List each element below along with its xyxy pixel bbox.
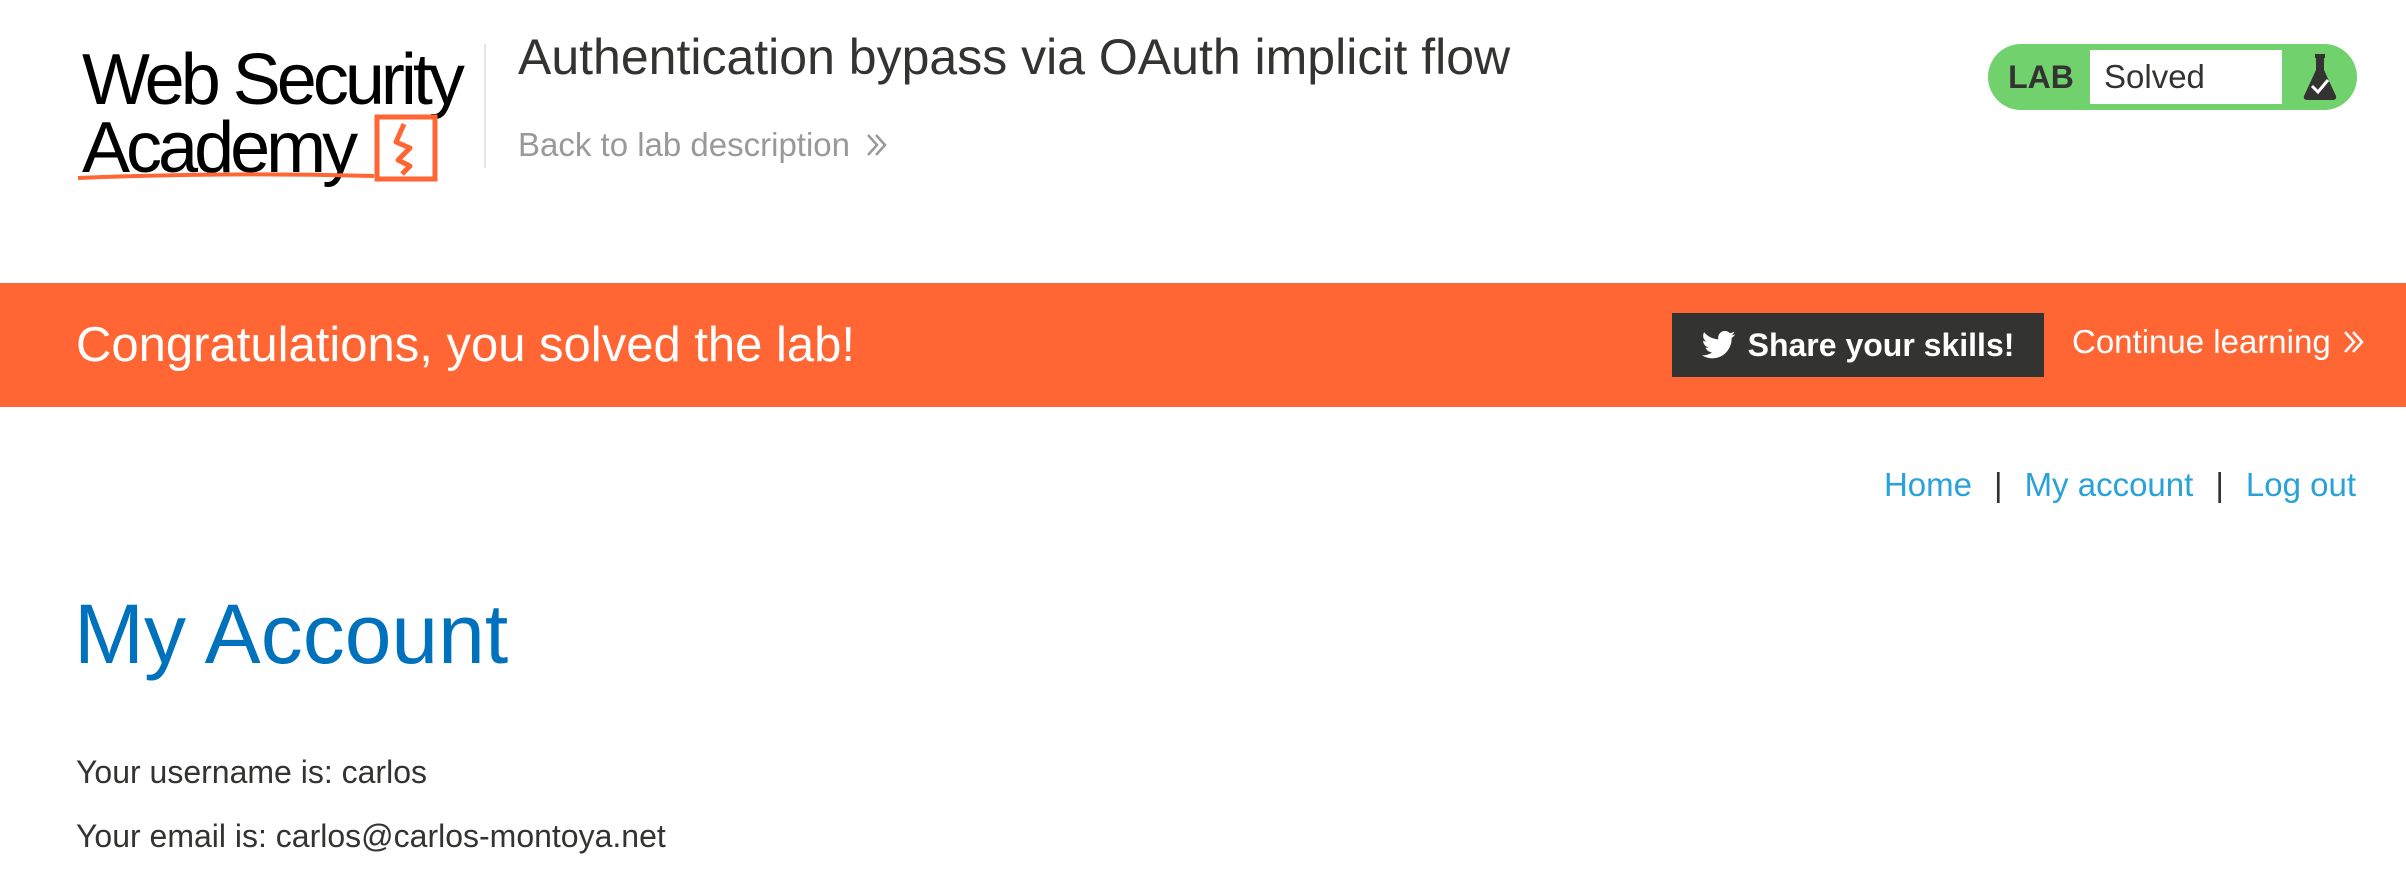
nav-home-link[interactable]: Home xyxy=(1884,466,1972,504)
status-lab-label: LAB xyxy=(2008,58,2074,95)
continue-learning-label: Continue learning xyxy=(2072,323,2331,360)
solved-banner: Congratulations, you solved the lab! Sha… xyxy=(0,283,2406,407)
double-chevron-right-icon xyxy=(2343,331,2364,353)
flask-check-icon xyxy=(2282,52,2357,102)
page-title: My Account xyxy=(74,587,509,681)
share-skills-button[interactable]: Share your skills! xyxy=(1672,313,2044,377)
logo-underline-icon xyxy=(77,172,375,180)
email-info: Your email is: carlos@carlos-montoya.net xyxy=(76,818,666,854)
congratulations-message: Congratulations, you solved the lab! xyxy=(76,318,856,372)
double-chevron-right-icon xyxy=(867,134,887,156)
nav-separator: | xyxy=(2215,466,2224,503)
twitter-icon xyxy=(1701,330,1736,359)
back-link-label: Back to lab description xyxy=(518,126,851,163)
web-security-academy-logo[interactable]: Web Security Academy xyxy=(76,36,478,188)
lab-status-widget: LAB Solved xyxy=(1988,44,2357,110)
nav-separator: | xyxy=(1993,466,2003,503)
logo-text-line1: Web Security xyxy=(82,40,465,120)
continue-learning-link[interactable]: Continue learning xyxy=(2072,323,2367,361)
lab-title: Authentication bypass via OAuth implicit… xyxy=(518,29,1511,85)
username-info: Your username is: carlos xyxy=(76,754,427,790)
status-value: Solved xyxy=(2090,47,2282,107)
lab-header: Web Security Academy Authentication bypa… xyxy=(0,0,2406,283)
nav-my-account-link[interactable]: My account xyxy=(2025,466,2194,504)
share-button-label: Share your skills! xyxy=(1747,326,2015,363)
header-divider xyxy=(484,44,486,168)
back-to-lab-description-link[interactable]: Back to lab description xyxy=(518,126,890,164)
top-navigation: Home | My account | Log out xyxy=(1884,466,2356,504)
logo-lightning-icon xyxy=(374,114,438,182)
nav-log-out-link[interactable]: Log out xyxy=(2246,466,2356,504)
